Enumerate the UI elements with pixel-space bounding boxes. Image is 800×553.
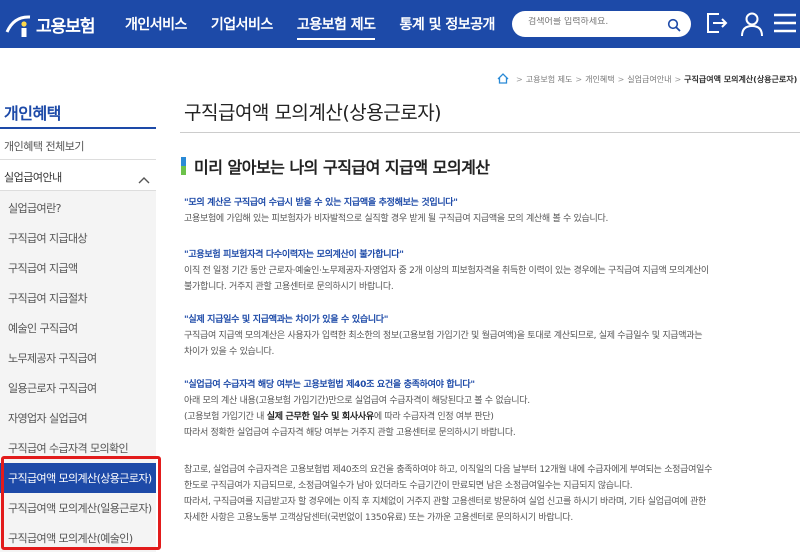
menu-icon[interactable] <box>774 13 796 37</box>
sidebar-item[interactable]: 예술인 구직급여 <box>0 313 156 343</box>
logo-mark-icon <box>4 12 34 37</box>
section-bar-icon <box>181 157 186 175</box>
logo-text: 고용보험 <box>36 16 96 37</box>
logo[interactable]: 고용보험 <box>4 11 96 37</box>
sidebar-title-divider <box>0 127 156 129</box>
note-text-part: (고용보험 가입기간 내 <box>184 412 267 422</box>
sidebar-all-link[interactable]: 개인혜택 전체보기 <box>4 138 84 154</box>
title-divider <box>180 132 800 133</box>
nav-personal-services[interactable]: 개인서비스 <box>125 14 187 40</box>
note-text: (고용보험 가입기간 내 실제 근무한 일수 및 회사사유에 따라 수급자격 인… <box>184 409 494 422</box>
breadcrumb-separator: > <box>674 75 682 84</box>
sidebar-item[interactable]: 실업급여란? <box>0 193 156 223</box>
note-text-part: 에 따라 수급자격 인정 여부 판단) <box>373 412 494 422</box>
user-icon[interactable] <box>740 11 764 41</box>
note-text: 아래 모의 계산 내용(고용보험 가입기간)만으로 실업급여 수급자격이 해당된… <box>184 396 530 406</box>
breadcrumb-item[interactable]: 고용보험 제도 <box>526 74 573 85</box>
highlight-box <box>1 456 161 550</box>
logout-icon[interactable] <box>704 11 728 39</box>
reference-text: 자세한 사항은 고용노동부 고객상담센터(국번없이 1350유료) 또는 가까운… <box>184 513 573 523</box>
sidebar-item[interactable]: 구직급여 지급절차 <box>0 283 156 313</box>
sidebar-item[interactable]: 구직급여 지급액 <box>0 253 156 283</box>
note-text: 고용보험에 가입해 있는 피보험자가 비자발적으로 실직할 경우 받게 될 구직… <box>184 214 609 224</box>
search-box <box>512 11 691 37</box>
note-text: 차이가 있을 수 있습니다. <box>184 347 275 357</box>
section-heading: 미리 알아보는 나의 구직급여 지급액 모의계산 <box>181 154 490 178</box>
note-heading: "모의 계산은 구직급여 수급시 받을 수 있는 지급액을 추정해보는 것입니다… <box>184 198 458 208</box>
breadcrumb: > 고용보험 제도 > 개인혜택 > 실업급여안내 > 구직급여액 모의계산(상… <box>497 73 797 86</box>
nav-business-services[interactable]: 기업서비스 <box>211 14 273 40</box>
page-title: 구직급여액 모의계산(상용근로자) <box>184 102 442 124</box>
section-title: 미리 알아보는 나의 구직급여 지급액 모의계산 <box>194 158 490 177</box>
chevron-up-icon[interactable] <box>138 170 150 189</box>
note-heading: "고용보험 피보험자격 다수이력자는 모의계산이 불가합니다" <box>184 250 404 260</box>
sidebar-divider <box>0 159 156 160</box>
home-icon[interactable] <box>497 73 509 86</box>
breadcrumb-item[interactable]: 실업급여안내 <box>627 74 671 85</box>
sidebar-item[interactable]: 일용근로자 구직급여 <box>0 373 156 403</box>
main-nav: 개인서비스 기업서비스 고용보험 제도 통계 및 정보공개 <box>125 14 519 40</box>
breadcrumb-separator: > <box>516 75 523 84</box>
nav-statistics[interactable]: 통계 및 정보공개 <box>399 14 495 40</box>
note-text: 불가합니다. 거주지 관할 고용센터로 문의하시기 바랍니다. <box>184 282 394 292</box>
note-heading: "실제 지급일수 및 지급액과는 차이가 있을 수 있습니다" <box>184 315 389 325</box>
breadcrumb-current: 구직급여액 모의계산(상용근로자) <box>684 75 798 84</box>
nav-insurance-system[interactable]: 고용보험 제도 <box>296 14 376 40</box>
breadcrumb-separator: > <box>617 75 625 84</box>
breadcrumb-item[interactable]: 개인혜택 <box>585 74 614 85</box>
sidebar-item[interactable]: 구직급여 지급대상 <box>0 223 156 253</box>
reference-text: 참고로, 실업급여 수급자격은 고용보험법 제40조의 요건을 충족하여야 하고… <box>184 465 713 475</box>
sidebar-group-unemployment[interactable]: 실업급여안내 <box>4 169 62 185</box>
search-input[interactable] <box>528 17 658 27</box>
search-icon[interactable] <box>667 17 681 36</box>
reference-text: 따라서, 구직급여를 지급받고자 할 경우에는 이직 후 지체없이 거주지 관할… <box>184 497 707 507</box>
sidebar-title: 개인혜택 <box>4 104 61 123</box>
sidebar-item[interactable]: 노무제공자 구직급여 <box>0 343 156 373</box>
top-header: 고용보험 개인서비스 기업서비스 고용보험 제도 통계 및 정보공개 <box>0 0 800 48</box>
note-text: 구직급여 지급액 모의계산은 사용자가 입력한 최소한의 정보(고용보험 가입기… <box>184 331 703 341</box>
note-heading: "실업급여 수급자격 해당 여부는 고용보험법 제40조 요건을 충족하여야 합… <box>184 380 475 390</box>
note-text-emphasis: 실제 근무한 일수 및 회사사유 <box>266 412 374 422</box>
note-text: 따라서 정확한 실업급여 수급자격 해당 여부는 거주지 관할 고용센터로 문의… <box>184 428 516 438</box>
sidebar-item[interactable]: 자영업자 실업급여 <box>0 403 156 433</box>
breadcrumb-separator: > <box>575 75 583 84</box>
note-text: 이직 전 일정 기간 동안 근로자·예술인·노무제공자·자영업자 중 2개 이상… <box>184 266 709 276</box>
reference-text: 한도로 구직급여가 지급되므로, 소정급여일수가 남아 있더라도 수급기간이 만… <box>184 481 633 491</box>
